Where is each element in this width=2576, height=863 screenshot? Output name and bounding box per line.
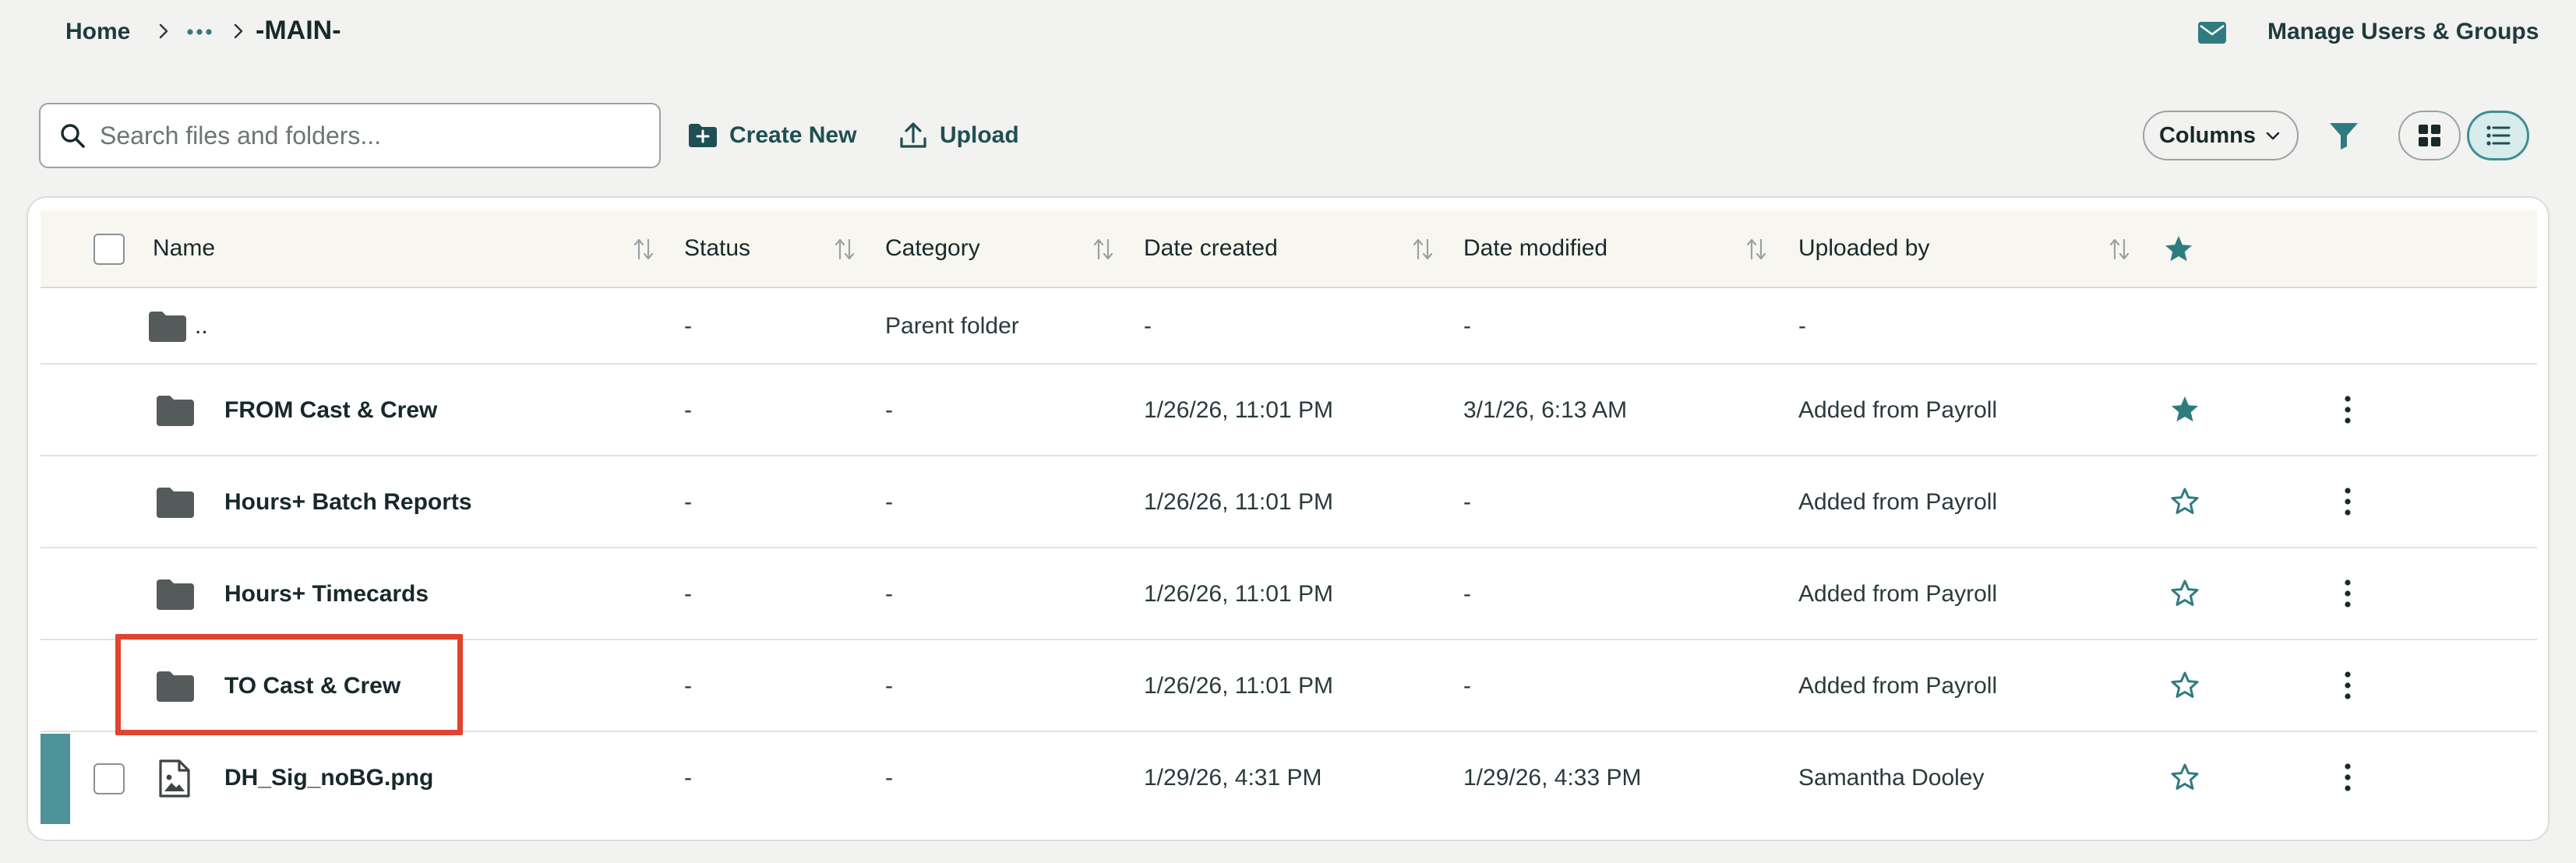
- cell-status: -: [684, 397, 692, 423]
- cell-category: -: [885, 765, 893, 791]
- column-header-name[interactable]: Name: [153, 235, 215, 262]
- upload-icon: [900, 122, 926, 148]
- file-name[interactable]: Hours+ Timecards: [224, 581, 429, 608]
- folder-icon: [156, 394, 195, 427]
- file-name[interactable]: FROM Cast & Crew: [224, 397, 437, 424]
- cell-date-created: 1/26/26, 11:01 PM: [1144, 489, 1333, 515]
- cell-date-created: 1/29/26, 4:31 PM: [1144, 765, 1322, 791]
- cell-date-created: 1/26/26, 11:01 PM: [1144, 581, 1333, 607]
- cell-category: -: [885, 489, 893, 515]
- kebab-menu-icon[interactable]: [2342, 762, 2353, 793]
- cell-date-modified: -: [1463, 581, 1471, 607]
- kebab-menu-icon[interactable]: [2342, 394, 2353, 425]
- star-icon[interactable]: [2169, 394, 2200, 425]
- cell-status: -: [684, 765, 692, 791]
- columns-label: Columns: [2158, 122, 2257, 148]
- top-bar: Home -MAIN- Manage Users & Groups: [0, 0, 2576, 70]
- image-file-icon: [157, 759, 192, 799]
- list-view-icon: [2486, 125, 2511, 146]
- cell-date-created: 1/26/26, 11:01 PM: [1144, 673, 1333, 699]
- grid-view-icon: [2419, 125, 2440, 146]
- cell-status: -: [684, 489, 692, 515]
- sort-icon[interactable]: [633, 237, 655, 262]
- star-outline-icon[interactable]: [2169, 670, 2200, 701]
- cell-category: -: [885, 397, 893, 423]
- cell-uploaded-by: Added from Payroll: [1798, 581, 1998, 607]
- folder-icon: [156, 578, 195, 611]
- kebab-menu-icon[interactable]: [2342, 670, 2353, 701]
- row-selection-indicator: [41, 734, 70, 824]
- cell-date-modified: 1/29/26, 4:33 PM: [1463, 765, 1642, 791]
- cell-status: -: [684, 581, 692, 607]
- select-all-checkbox[interactable]: [94, 234, 125, 265]
- search-input-box[interactable]: [39, 103, 661, 168]
- chevron-down-icon: [2266, 132, 2280, 140]
- cell-date-modified: -: [1463, 313, 1471, 339]
- upload-label: Upload: [940, 122, 1019, 148]
- create-new-button[interactable]: Create New: [687, 114, 856, 157]
- file-name[interactable]: Hours+ Batch Reports: [224, 489, 472, 516]
- search-input[interactable]: [100, 121, 630, 150]
- breadcrumb-home[interactable]: Home: [65, 19, 130, 45]
- column-header-status[interactable]: Status: [684, 235, 750, 262]
- cell-status: -: [684, 313, 692, 339]
- upload-button[interactable]: Upload: [898, 114, 1019, 157]
- column-header-category[interactable]: Category: [885, 235, 980, 262]
- manage-users-groups-link[interactable]: Manage Users & Groups: [2267, 19, 2539, 45]
- chevron-right-icon: [229, 22, 248, 41]
- kebab-menu-icon[interactable]: [2342, 486, 2353, 517]
- cell-date-created: 1/26/26, 11:01 PM: [1144, 397, 1333, 423]
- cell-category: -: [885, 581, 893, 607]
- star-outline-icon[interactable]: [2169, 762, 2200, 793]
- cell-uploaded-by: Added from Payroll: [1798, 489, 1998, 515]
- folder-icon: [148, 310, 187, 343]
- cell-date-modified: -: [1463, 673, 1471, 699]
- star-outline-icon[interactable]: [2169, 578, 2200, 609]
- create-new-label: Create New: [729, 122, 857, 148]
- sort-icon[interactable]: [2108, 237, 2130, 262]
- cell-uploaded-by: Added from Payroll: [1798, 673, 1998, 699]
- breadcrumb-current: -MAIN-: [256, 16, 341, 45]
- row-checkbox[interactable]: [94, 763, 125, 794]
- mail-icon[interactable]: [2197, 20, 2227, 45]
- table-row-parent[interactable]: [41, 288, 2537, 365]
- search-icon: [61, 124, 85, 148]
- breadcrumb-more-icon[interactable]: [184, 20, 215, 44]
- cell-uploaded-by: Added from Payroll: [1798, 397, 1998, 423]
- folder-icon: [156, 486, 195, 519]
- sort-icon[interactable]: [1092, 237, 1114, 262]
- cell-date-modified: 3/1/26, 6:13 AM: [1463, 397, 1628, 423]
- sort-icon[interactable]: [834, 237, 856, 262]
- parent-folder-name[interactable]: ..: [195, 313, 208, 340]
- cell-status: -: [684, 673, 692, 699]
- kebab-menu-icon[interactable]: [2342, 578, 2353, 609]
- chevron-right-icon: [154, 22, 173, 41]
- cell-date-created: -: [1144, 313, 1152, 339]
- cell-uploaded-by: -: [1798, 313, 1806, 339]
- cell-category: Parent folder: [885, 313, 1019, 339]
- file-name[interactable]: DH_Sig_noBG.png: [224, 765, 433, 791]
- cell-date-modified: -: [1463, 489, 1471, 515]
- sort-icon[interactable]: [1745, 237, 1767, 262]
- columns-dropdown[interactable]: Columns: [2143, 111, 2299, 160]
- column-header-uploaded-by[interactable]: Uploaded by: [1798, 235, 1929, 262]
- filter-icon[interactable]: [2327, 118, 2361, 153]
- column-header-date-modified[interactable]: Date modified: [1463, 235, 1607, 262]
- star-outline-icon[interactable]: [2169, 486, 2200, 517]
- sort-icon[interactable]: [1412, 237, 1434, 262]
- star-icon[interactable]: [2163, 234, 2194, 265]
- file-browser-page: Home -MAIN- Manage Users & Groups Create…: [0, 0, 2576, 863]
- cell-category: -: [885, 673, 893, 699]
- highlight-box: [115, 634, 463, 735]
- cell-uploaded-by: Samantha Dooley: [1798, 765, 1985, 791]
- column-header-date-created[interactable]: Date created: [1144, 235, 1278, 262]
- folder-plus-icon: [689, 124, 717, 147]
- grid-view-button[interactable]: [2398, 111, 2461, 160]
- list-view-button[interactable]: [2467, 111, 2529, 160]
